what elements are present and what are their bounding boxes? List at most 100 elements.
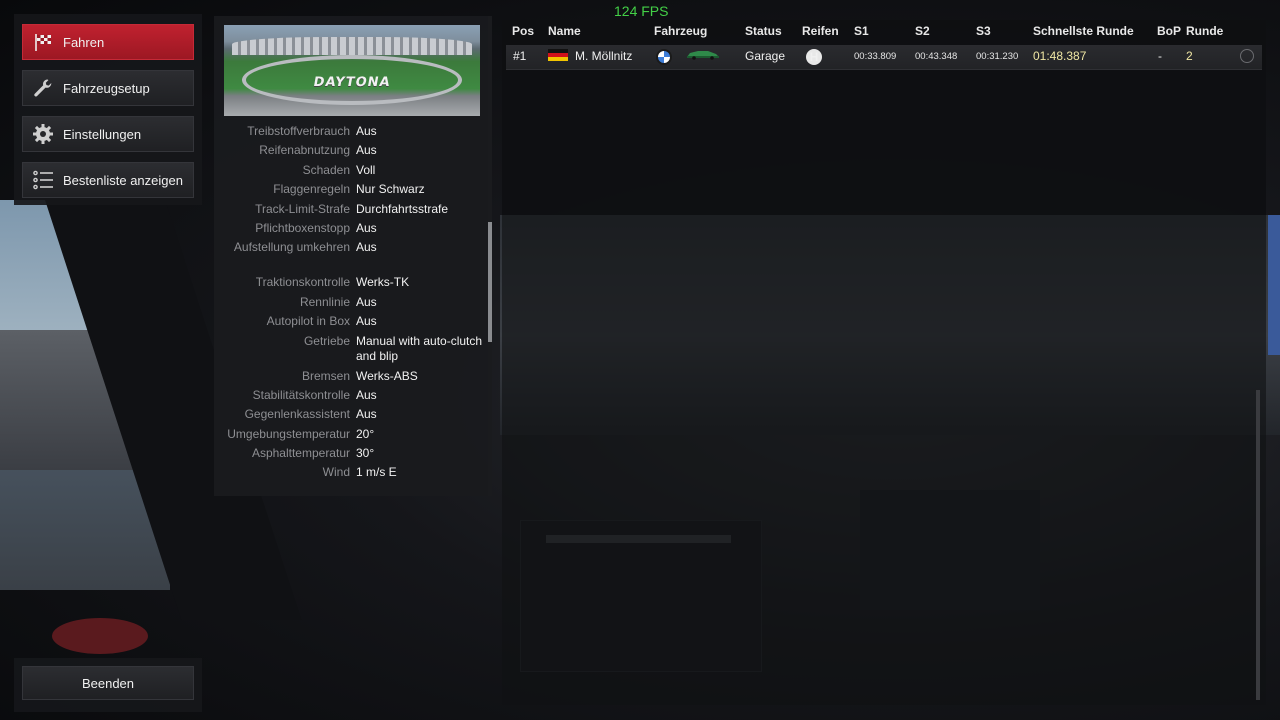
main-menu: Fahren Fahrzeugsetup Einstellungen Beste…: [14, 14, 202, 205]
row-bop: -: [1158, 49, 1162, 63]
setting-row: Rennlinie Aus: [214, 295, 488, 314]
settings-button[interactable]: Einstellungen: [22, 116, 194, 152]
setting-row: Stabilitätskontrolle Aus: [214, 388, 488, 407]
setting-row: Pflichtboxenstopp Aus: [214, 221, 488, 240]
drive-button[interactable]: Fahren: [22, 24, 194, 60]
german-flag-icon: [548, 49, 568, 61]
row-sector-3: 00:31.230: [976, 51, 1019, 62]
standings-panel: Pos Name Fahrzeug Status Reifen S1 S2 S3…: [502, 20, 1266, 705]
setting-row: Getriebe Manual with auto-clutch and blip: [214, 334, 488, 369]
col-bop: BoP: [1157, 24, 1181, 38]
session-settings-list: Treibstoffverbrauch Aus Reifenabnutzung Au…: [214, 124, 488, 485]
leaderboard-button[interactable]: Bestenliste anzeigen: [22, 162, 194, 198]
setting-row: Umgebungstemperatur 20°: [214, 427, 488, 446]
col-car: Fahrzeug: [654, 24, 708, 38]
setting-label: Umgebungstemperatur: [227, 426, 350, 441]
setting-row: Schaden Voll: [214, 163, 488, 182]
setting-value: Werks-ABS: [356, 368, 418, 383]
col-name: Name: [548, 24, 581, 38]
setting-value: 1 m/s E: [356, 465, 397, 480]
setting-label: Rennlinie: [299, 294, 350, 309]
setting-row: Bremsen Werks-ABS: [214, 369, 488, 388]
setting-value: Aus: [356, 124, 377, 138]
setting-row: Wind 1 m/s E: [214, 465, 488, 484]
quit-panel: Beenden: [14, 658, 202, 712]
standings-header: Pos Name Fahrzeug Status Reifen S1 S2 S3…: [502, 24, 1266, 42]
setting-label: Bremsen: [301, 368, 350, 383]
setting-row: Aufstellung umkehren Aus: [214, 240, 488, 275]
list-icon: [31, 168, 55, 192]
setting-label: Autopilot in Box: [266, 314, 350, 329]
row-best-lap: 01:48.387: [1033, 49, 1087, 63]
tyre-compound-icon: H: [806, 49, 822, 65]
setting-row: Reifenabnutzung Aus: [214, 143, 488, 162]
setting-value: Aus: [356, 314, 377, 329]
setting-row: Gegenlenkassistent Aus: [214, 407, 488, 426]
setting-label: Track-Limit-Strafe: [255, 201, 350, 216]
session-info-panel: DAYTONA Treibstoffverbrauch Aus Reifenabn…: [214, 16, 488, 496]
fps-counter: 124 FPS: [614, 3, 669, 19]
setting-row: Treibstoffverbrauch Aus: [214, 124, 488, 143]
settings-button-label: Einstellungen: [63, 126, 142, 142]
row-sector-2: 00:43.348: [915, 51, 958, 62]
setting-value: Voll: [356, 162, 376, 177]
car-livery-icon: [686, 49, 720, 60]
setting-label: Treibstoffverbrauch: [247, 124, 350, 138]
track-logo: DAYTONA: [312, 75, 392, 90]
setting-label: Stabilitätskontrolle: [252, 387, 350, 402]
setting-value: Nur Schwarz: [356, 182, 425, 197]
setting-value: Aus: [356, 220, 377, 235]
setting-row: Asphalttemperatur 30°: [214, 446, 488, 465]
setting-label: Schaden: [302, 162, 350, 177]
bmw-logo-icon: [656, 49, 672, 65]
setting-value: 30°: [356, 446, 375, 461]
row-pos: #1: [513, 49, 527, 63]
setting-label: Asphalttemperatur: [251, 446, 350, 461]
setting-row: Track-Limit-Strafe Durchfahrtsstrafe: [214, 202, 488, 221]
setting-label: Gegenlenkassistent: [244, 407, 350, 422]
car-setup-button-label: Fahrzeugsetup: [63, 80, 150, 96]
setting-label: Pflichtboxenstopp: [255, 220, 350, 235]
setting-label: Getriebe: [303, 333, 350, 348]
steering-wheel-button: [52, 618, 148, 654]
grandstands: [232, 37, 472, 55]
setting-value: Aus: [356, 407, 377, 422]
leaderboard-button-label: Bestenliste anzeigen: [63, 172, 183, 188]
setting-label: Flaggenregeln: [273, 182, 350, 197]
setting-value: Aus: [356, 294, 377, 309]
setting-label: Traktionskontrolle: [255, 275, 350, 290]
row-select-circle-icon[interactable]: [1240, 49, 1254, 63]
settings-scrollbar-thumb[interactable]: [488, 222, 492, 342]
col-s3: S3: [976, 24, 991, 38]
setting-label: Aufstellung umkehren: [233, 240, 350, 255]
car-setup-button[interactable]: Fahrzeugsetup: [22, 70, 194, 106]
col-tyres: Reifen: [802, 24, 839, 38]
wrench-icon: [31, 76, 55, 100]
setting-row: Traktionskontrolle Werks-TK: [214, 275, 488, 294]
col-pos: Pos: [512, 24, 535, 38]
checkered-flag-icon: [31, 30, 55, 54]
row-lap: 2: [1186, 49, 1193, 63]
col-best-lap: Schnellste Runde: [1033, 24, 1134, 38]
setting-value: Durchfahrtsstrafe: [356, 201, 449, 216]
row-status: Garage: [745, 49, 786, 63]
setting-value: Werks-TK: [356, 275, 410, 290]
setting-row: Autopilot in Box Aus: [214, 314, 488, 333]
table-row[interactable]: #1 M. Möllnitz Garage H 00:33.809 00:43.…: [506, 45, 1262, 70]
setting-value: 20°: [356, 426, 375, 441]
col-s1: S1: [854, 24, 869, 38]
col-lap: Runde: [1186, 24, 1224, 38]
setting-value: Aus: [356, 387, 377, 402]
setting-label: Wind: [322, 465, 350, 480]
standings-scrollbar[interactable]: [1256, 390, 1260, 700]
setting-value: Aus: [356, 240, 377, 255]
drive-button-label: Fahren: [63, 34, 105, 50]
col-s2: S2: [915, 24, 930, 38]
windshield-edge: [1268, 215, 1280, 355]
row-sector-1: 00:33.809: [854, 51, 897, 62]
row-driver-name: M. Möllnitz: [575, 49, 633, 63]
setting-value: Aus: [356, 143, 377, 158]
setting-value: Manual with auto-clutch and blip: [356, 333, 483, 364]
setting-label: Reifenabnutzung: [259, 143, 350, 158]
quit-button[interactable]: Beenden: [22, 666, 194, 700]
